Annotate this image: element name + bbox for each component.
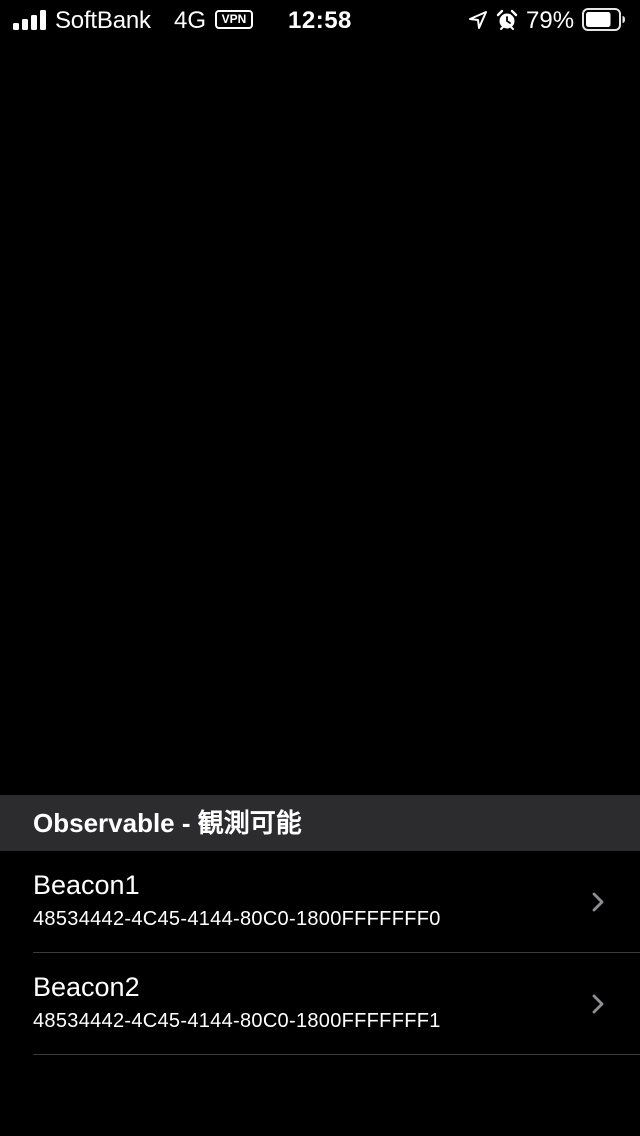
signal-icon (13, 10, 47, 30)
beacon-name: Beacon2 (33, 972, 140, 1002)
section-header: Observable - 観測可能 (0, 795, 640, 851)
battery-icon (582, 8, 625, 31)
beacon-uuid: 48534442-4C45-4144-80C0-1800FFFFFFF1 (33, 1010, 441, 1032)
beacon-name: Beacon1 (33, 870, 140, 900)
network-type: 4G (174, 7, 207, 34)
list-item-beacon1[interactable]: Beacon1 48534442-4C45-4144-80C0-1800FFFF… (0, 851, 640, 953)
status-time: 12:58 (288, 7, 352, 34)
alarm-icon (496, 9, 518, 30)
section-title: Observable - 観測可能 (33, 808, 302, 838)
battery-level-fill (586, 12, 611, 27)
carrier-name: SoftBank (55, 7, 151, 34)
status-bar: SoftBank 4G VPN 12:58 79% (0, 0, 640, 40)
list-item-beacon2[interactable]: Beacon2 48534442-4C45-4144-80C0-1800FFFF… (0, 953, 640, 1055)
beacon-uuid: 48534442-4C45-4144-80C0-1800FFFFFFF0 (33, 908, 441, 930)
location-arrow-icon (469, 11, 487, 29)
row-divider (33, 1054, 640, 1055)
vpn-badge: VPN (215, 10, 253, 29)
battery-percentage: 79% (526, 7, 575, 34)
chevron-right-icon (592, 892, 604, 912)
app-screen: SoftBank 4G VPN 12:58 79% Observable - 観… (0, 0, 640, 1136)
chevron-right-icon (592, 994, 604, 1014)
